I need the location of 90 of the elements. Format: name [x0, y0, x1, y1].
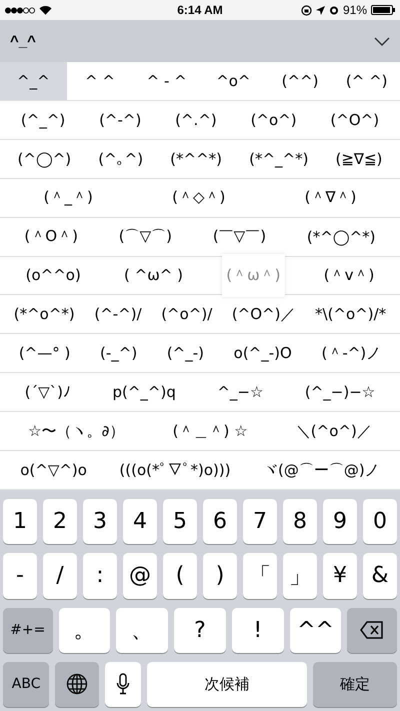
keyboard-key[interactable]: 7	[243, 499, 277, 544]
emoticon-candidate[interactable]: (*^_^*)	[245, 140, 312, 178]
microphone-icon	[116, 673, 130, 696]
keyboard-key[interactable]: (	[163, 553, 197, 598]
emoticon-candidate[interactable]: ☆〜（ヽ。∂）	[24, 412, 128, 450]
keyboard-key[interactable]: 「	[243, 553, 277, 598]
keyboard-key[interactable]: 2	[43, 499, 77, 544]
emoticon-candidate[interactable]: (＾-^)ノ	[317, 334, 386, 372]
mic-key[interactable]	[105, 662, 142, 707]
emoticon-candidate[interactable]: (＾O＾)	[20, 218, 82, 256]
keyboard-key[interactable]: ¥	[323, 553, 357, 598]
confirm-key[interactable]: 確定	[312, 662, 397, 707]
emoticon-candidate[interactable]: (*^^*)	[166, 140, 226, 178]
keyboard-key[interactable]: 、	[116, 608, 168, 653]
keyboard-key[interactable]: 5	[163, 499, 197, 544]
emoticon-candidate[interactable]: o(^_-)O	[230, 334, 296, 372]
keyboard-key[interactable]: ?	[174, 608, 226, 653]
keyboard-key[interactable]: 9	[323, 499, 357, 544]
keyboard-key[interactable]: :	[83, 553, 117, 598]
emoticon-candidate[interactable]: ^ ^	[66, 62, 134, 100]
emoticon-candidate[interactable]: (≧∇≦)	[332, 140, 386, 178]
emoticon-candidate[interactable]: (＾◇＾)	[168, 178, 230, 217]
emoticon-candidate[interactable]: ( ^ω^ )	[120, 256, 187, 294]
emoticon-candidate[interactable]: (^—° )	[14, 334, 74, 372]
emoticon-candidate[interactable]: (⌒▽⌒)	[114, 218, 176, 256]
keyboard-key[interactable]: @	[123, 553, 157, 598]
signal-icon	[5, 6, 35, 14]
delete-key[interactable]	[347, 608, 397, 653]
status-time: 6:14 AM	[177, 3, 223, 17]
emoticon-candidate[interactable]: (^｡^)	[94, 140, 148, 178]
delete-icon	[360, 621, 384, 640]
rotation-lock-icon	[300, 4, 312, 16]
input-text: ^_^	[10, 32, 36, 50]
emoticon-candidate[interactable]: ^_^	[0, 62, 67, 100]
emoticon-candidate[interactable]: (＾＿＾) ☆	[168, 412, 252, 450]
globe-icon	[66, 673, 88, 696]
wifi-icon	[39, 5, 52, 15]
emoticon-candidate[interactable]: (^ ^)	[333, 62, 400, 100]
emoticon-candidate[interactable]: (^_-)	[162, 334, 208, 372]
keyboard-key[interactable]: 。	[58, 608, 110, 653]
keyboard-key[interactable]: )	[203, 553, 237, 598]
keyboard-key[interactable]: 0	[363, 499, 397, 544]
keyboard-key[interactable]: 8	[283, 499, 317, 544]
emoticon-candidate[interactable]: (^_^)	[16, 100, 70, 139]
keyboard-key[interactable]: ABC	[3, 662, 50, 707]
emoticon-candidate[interactable]: (*^o^*)	[10, 295, 79, 334]
battery-percent: 91%	[342, 3, 368, 17]
emoticon-candidate[interactable]: ^o^	[200, 62, 267, 100]
emoticon-candidate[interactable]: ^_−☆	[213, 373, 268, 412]
keyboard-key[interactable]: -	[3, 553, 37, 598]
emoticon-candidate[interactable]: (^_−)−☆	[300, 373, 380, 412]
keyboard-key[interactable]: ^^	[290, 608, 342, 653]
emoticon-candidate[interactable]: (^◯^)	[14, 140, 76, 178]
location-arrow-icon	[316, 6, 325, 14]
next-candidate-key[interactable]: 次候補	[147, 662, 307, 707]
chevron-down-icon[interactable]	[374, 36, 390, 46]
keyboard-key[interactable]: #+=	[3, 608, 53, 653]
keyboard-key[interactable]: 6	[203, 499, 237, 544]
keyboard-key[interactable]: &	[363, 553, 397, 598]
globe-key[interactable]	[55, 662, 100, 707]
emoticon-candidate[interactable]: (＾v＾)	[320, 256, 378, 294]
emoticon-candidate[interactable]: (-_^)	[96, 334, 142, 372]
emoticon-candidate[interactable]: o(^▽^)o	[16, 451, 91, 489]
battery-icon	[371, 5, 396, 15]
emoticon-candidate[interactable]: (*^◯^*)	[302, 218, 380, 256]
emoticon-candidate[interactable]: (^o^)	[246, 100, 301, 139]
emoticon-candidate[interactable]: (o^^o)	[22, 256, 85, 294]
emoticon-candidate[interactable]: ヾ(@⌒ー⌒@)ノ	[259, 451, 384, 489]
keyboard-key[interactable]: 4	[123, 499, 157, 544]
emoticon-candidate[interactable]: (((o(*ﾟ▽ﾟ*)o)))	[115, 451, 235, 489]
emoticon-candidate[interactable]: (´▽`)ﾉ	[20, 373, 75, 412]
emoticon-candidate[interactable]: ^ - ^	[133, 62, 200, 100]
emoticon-candidate[interactable]: ＼(^o^)／	[292, 412, 376, 450]
emoticon-candidate[interactable]: (^O^)	[326, 100, 384, 139]
keyboard-key[interactable]: /	[43, 553, 77, 598]
keyboard-key[interactable]: 」	[283, 553, 317, 598]
emoticon-candidate[interactable]: (＾∇＾)	[300, 178, 360, 217]
keyboard-key[interactable]: 3	[83, 499, 117, 544]
keyboard-key[interactable]: !	[232, 608, 284, 653]
emoticon-candidate[interactable]: p(^_^)q	[108, 373, 180, 412]
keyboard-key[interactable]: 1	[3, 499, 37, 544]
emoticon-candidate[interactable]: (^^)	[266, 62, 334, 100]
emoticon-candidate[interactable]: (^-^)/	[90, 295, 146, 334]
emoticon-candidate[interactable]: (^o^)/	[157, 295, 216, 334]
emoticon-candidate[interactable]: *\(^o^)/*	[311, 295, 390, 334]
emoticon-candidate[interactable]: (^.^)	[171, 100, 221, 139]
emoticon-candidate[interactable]: (￣▽￣)	[208, 218, 270, 256]
emoticon-candidate[interactable]: (＾_＾)	[40, 178, 97, 217]
emoticon-candidate[interactable]: (^-^)	[95, 100, 146, 139]
emoticon-candidate[interactable]: (^O^)／	[228, 295, 300, 334]
